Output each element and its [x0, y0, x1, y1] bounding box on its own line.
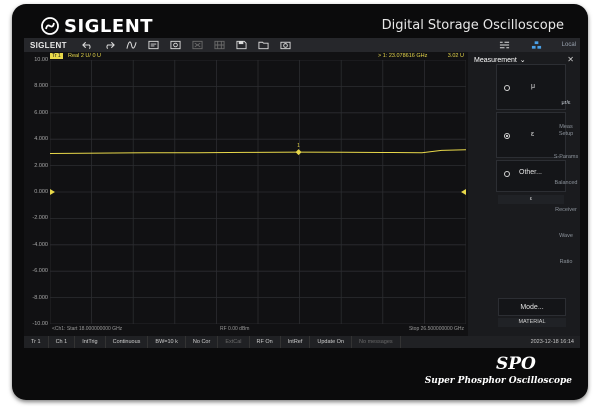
model-title: Digital Storage Oscilloscope	[381, 18, 564, 33]
y-tick-label: 8.000	[34, 83, 48, 90]
grid-icon[interactable]	[213, 39, 227, 51]
option-other-label: Other...	[519, 169, 542, 176]
spo-logo-text: SPO	[496, 354, 536, 372]
y-tick-label: 10.00	[34, 57, 48, 63]
radio-epsilon[interactable]	[504, 133, 510, 139]
menu-wave[interactable]: Wave	[552, 233, 580, 240]
brand-logo: SIGLENT	[40, 14, 153, 38]
measure-table-icon[interactable]	[147, 39, 161, 51]
y-tick-label: 4.000	[34, 136, 48, 143]
network-icon[interactable]	[530, 39, 544, 51]
y-tick-label: -6.000	[32, 268, 48, 275]
radio-other[interactable]	[504, 171, 510, 177]
reference-marker-right	[461, 189, 466, 195]
marker-1	[295, 149, 302, 156]
clock: 2023-12-18 16:14	[530, 339, 574, 345]
local-status: Local	[561, 42, 576, 48]
y-tick-label: -2.000	[32, 215, 48, 222]
keypad-icon[interactable]	[498, 39, 512, 51]
chevron-down-icon: ⌄	[519, 57, 526, 64]
status-item[interactable]: No messages	[352, 336, 401, 348]
radio-mu[interactable]	[504, 85, 510, 91]
undo-icon[interactable]	[81, 39, 95, 51]
marker-label: 1	[297, 143, 300, 149]
measurement-panel: Measurement ⌄ ✕ μ ε Other... ε μr/ε Meas…	[468, 52, 580, 336]
menu-meas-setup[interactable]: Meas Setup	[552, 124, 580, 138]
marker-value: 3.02 U	[447, 53, 464, 59]
status-item[interactable]: ExtCal	[218, 336, 250, 348]
trace-format[interactable]: Real 2 U/ 0 U	[68, 53, 101, 59]
status-bar: Tr 1 Ch 1 IntTrig Continuous BW=10 k No Cor Ex…	[24, 336, 580, 348]
menu-s-params[interactable]: S-Params	[552, 154, 580, 161]
menu-receiver[interactable]: Receiver	[552, 207, 580, 214]
menu-balanced[interactable]: Balanced	[552, 180, 580, 187]
status-item[interactable]: RF On	[250, 336, 281, 348]
mode-value: MATERIAL	[498, 318, 566, 327]
status-item[interactable]: BW=10 k	[148, 336, 186, 348]
plot-area[interactable]: Tr 1 Real 2 U/ 0 U > 1: 23.078616 GHz 3.…	[24, 52, 468, 336]
close-icon[interactable]: ✕	[567, 55, 574, 64]
option-other-value[interactable]: ε	[498, 195, 564, 204]
toolbar-right: Local	[498, 38, 576, 52]
y-tick-label: -8.000	[32, 294, 48, 301]
status-item[interactable]: Tr 1	[24, 336, 49, 348]
option-mu-label: μ	[531, 83, 536, 90]
spo-caption: Super Phosphor Oscilloscope	[424, 376, 572, 386]
reference-marker-left	[50, 189, 55, 195]
y-tick-label: 2.000	[34, 162, 48, 169]
save-icon[interactable]	[235, 39, 249, 51]
plot-footer: <Ch1: Start 18.000000000 GHz RF 0.00 dBm…	[24, 324, 468, 334]
spo-logo-icon: SPO	[496, 354, 536, 372]
zoom-fit-icon[interactable]	[191, 39, 205, 51]
panel-title-text: Measurement	[474, 56, 517, 64]
status-item[interactable]: No Cor	[186, 336, 219, 348]
start-frequency[interactable]: <Ch1: Start 18.000000000 GHz	[52, 326, 122, 332]
option-other-button[interactable]: Other...	[496, 160, 566, 192]
y-tick-label: 0.000	[34, 189, 48, 195]
marker-readout: > 1: 23.078616 GHz	[378, 53, 428, 59]
camera-icon[interactable]	[279, 39, 293, 51]
cal-icon[interactable]	[169, 39, 183, 51]
siglent-logo-mark-icon	[41, 17, 59, 35]
rf-power[interactable]: RF 0.00 dBm	[220, 326, 249, 332]
status-item[interactable]: Update On	[310, 336, 353, 348]
wave-measure-icon[interactable]	[125, 39, 139, 51]
option-epsilon-label: ε	[531, 131, 535, 138]
open-folder-icon[interactable]	[257, 39, 271, 51]
panel-title[interactable]: Measurement ⌄	[474, 56, 526, 65]
brand-name: SIGLENT	[64, 15, 154, 37]
status-item[interactable]: IntRef	[281, 336, 311, 348]
trace-badge[interactable]: Tr 1	[50, 53, 63, 59]
top-toolbar: SIGLENT Local	[24, 38, 580, 52]
toolbar-brand: SIGLENT	[30, 40, 67, 50]
menu-ratio[interactable]: Ratio	[552, 259, 580, 266]
status-item[interactable]: IntTrig	[75, 336, 106, 348]
status-item[interactable]: Continuous	[106, 336, 149, 348]
trace-plot[interactable]: 1	[50, 60, 466, 324]
trace-header: Tr 1 Real 2 U/ 0 U > 1: 23.078616 GHz 3.…	[24, 52, 468, 60]
status-item[interactable]: Ch 1	[49, 336, 76, 348]
menu-mur-eps[interactable]: μr/ε	[552, 100, 580, 107]
instrument-screen: SIGLENT Local Tr 1 Real 2 U/ 0 U > 1: 23…	[24, 38, 580, 348]
y-tick-label: 6.000	[34, 109, 48, 116]
redo-icon[interactable]	[103, 39, 117, 51]
stop-frequency[interactable]: Stop 26.500000000 GHz	[409, 326, 464, 332]
mode-button[interactable]: Mode...	[498, 298, 566, 316]
y-tick-label: -4.000	[32, 241, 48, 248]
